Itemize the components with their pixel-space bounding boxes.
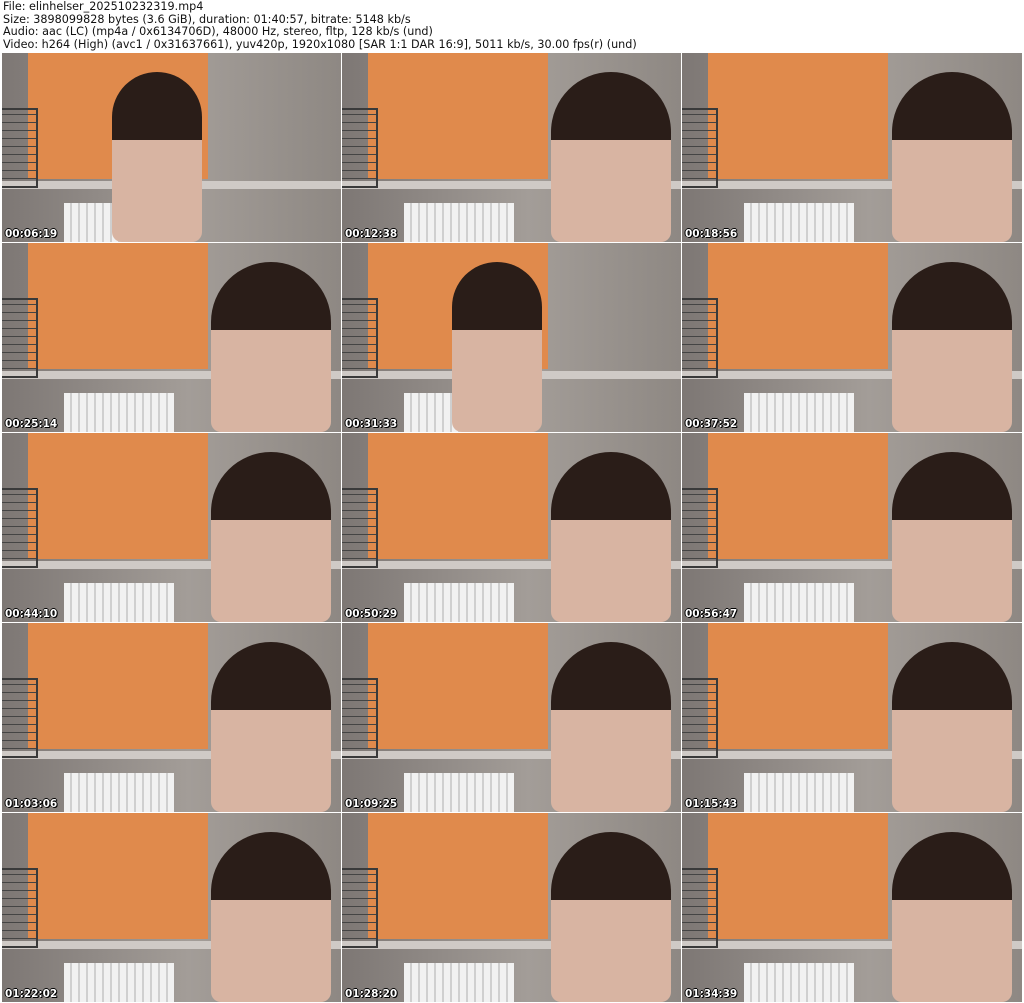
video-thumbnail[interactable]: 01:28:20 [342, 813, 681, 1002]
radiator [404, 203, 514, 242]
orange-board [28, 433, 208, 559]
shelf [342, 678, 378, 758]
thumbnail-timestamp: 00:18:56 [685, 228, 738, 240]
shelf [682, 108, 718, 188]
radiator [64, 963, 174, 1002]
thumbnail-timestamp: 00:06:19 [5, 228, 58, 240]
video-thumbnail[interactable]: 00:12:38 [342, 53, 681, 242]
person-placeholder [892, 832, 1012, 1002]
thumbnail-timestamp: 01:03:06 [5, 798, 58, 810]
thumbnail-timestamp: 01:09:25 [345, 798, 398, 810]
shelf [2, 108, 38, 188]
shelf [342, 868, 378, 948]
person-placeholder [211, 832, 331, 1002]
shelf [342, 108, 378, 188]
shelf [682, 488, 718, 568]
video-thumbnail[interactable]: 00:56:47 [682, 433, 1022, 622]
thumbnail-timestamp: 00:31:33 [345, 418, 398, 430]
radiator [744, 963, 854, 1002]
person-placeholder [892, 452, 1012, 622]
video-thumbnail[interactable]: 01:34:39 [682, 813, 1022, 1002]
radiator [64, 773, 174, 812]
person-placeholder [452, 262, 542, 432]
person-placeholder [211, 452, 331, 622]
person-placeholder [892, 72, 1012, 242]
thumbnail-timestamp: 01:28:20 [345, 988, 398, 1000]
shelf [342, 298, 378, 378]
video-thumbnail[interactable]: 01:03:06 [2, 623, 341, 812]
radiator [744, 583, 854, 622]
thumbnail-timestamp: 00:37:52 [685, 418, 738, 430]
thumbnail-timestamp: 00:25:14 [5, 418, 58, 430]
orange-board [368, 53, 548, 179]
person-placeholder [551, 832, 671, 1002]
thumbnail-timestamp: 01:15:43 [685, 798, 738, 810]
video-thumbnail[interactable]: 01:09:25 [342, 623, 681, 812]
shelf [342, 488, 378, 568]
video-thumbnail[interactable]: 00:25:14 [2, 243, 341, 432]
thumbnail-timestamp: 00:56:47 [685, 608, 738, 620]
radiator [404, 963, 514, 1002]
person-placeholder [211, 642, 331, 812]
orange-board [708, 813, 888, 939]
thumbnail-timestamp: 00:12:38 [345, 228, 398, 240]
radiator [404, 773, 514, 812]
shelf [2, 678, 38, 758]
orange-board [708, 53, 888, 179]
orange-board [28, 813, 208, 939]
person-placeholder [551, 642, 671, 812]
radiator [404, 583, 514, 622]
video-thumbnail[interactable]: 01:22:02 [2, 813, 341, 1002]
orange-board [368, 813, 548, 939]
shelf [2, 868, 38, 948]
thumbnail-timestamp: 00:44:10 [5, 608, 58, 620]
orange-board [28, 243, 208, 369]
orange-board [368, 623, 548, 749]
orange-board [708, 433, 888, 559]
orange-board [28, 623, 208, 749]
person-placeholder [551, 452, 671, 622]
video-thumbnail[interactable]: 00:50:29 [342, 433, 681, 622]
thumbnail-timestamp: 01:22:02 [5, 988, 58, 1000]
shelf [2, 488, 38, 568]
file-name: File: elinhelser_202510232319.mp4 [3, 0, 204, 13]
radiator [64, 583, 174, 622]
radiator [744, 203, 854, 242]
thumbnail-timestamp: 01:34:39 [685, 988, 738, 1000]
video-info: Video: h264 (High) (avc1 / 0x31637661), … [3, 37, 637, 51]
video-thumbnail[interactable]: 00:37:52 [682, 243, 1022, 432]
shelf [2, 298, 38, 378]
shelf [682, 868, 718, 948]
thumbnail-grid: 00:06:19 00:12:38 00:18:56 00:25:14 00:3… [2, 53, 1022, 1002]
person-placeholder [112, 72, 202, 242]
person-placeholder [892, 262, 1012, 432]
shelf [682, 678, 718, 758]
shelf [682, 298, 718, 378]
radiator [64, 393, 174, 432]
radiator [744, 393, 854, 432]
orange-board [708, 243, 888, 369]
thumbnail-timestamp: 00:50:29 [345, 608, 398, 620]
file-info-header: File: elinhelser_202510232319.mp4 Size: … [3, 0, 637, 51]
orange-board [368, 433, 548, 559]
video-thumbnail[interactable]: 00:31:33 [342, 243, 681, 432]
person-placeholder [551, 72, 671, 242]
orange-board [708, 623, 888, 749]
video-thumbnail[interactable]: 00:18:56 [682, 53, 1022, 242]
audio-info: Audio: aac (LC) (mp4a / 0x6134706D), 480… [3, 25, 433, 39]
video-thumbnail[interactable]: 00:06:19 [2, 53, 341, 242]
person-placeholder [211, 262, 331, 432]
radiator [744, 773, 854, 812]
video-thumbnail[interactable]: 01:15:43 [682, 623, 1022, 812]
video-thumbnail[interactable]: 00:44:10 [2, 433, 341, 622]
person-placeholder [892, 642, 1012, 812]
